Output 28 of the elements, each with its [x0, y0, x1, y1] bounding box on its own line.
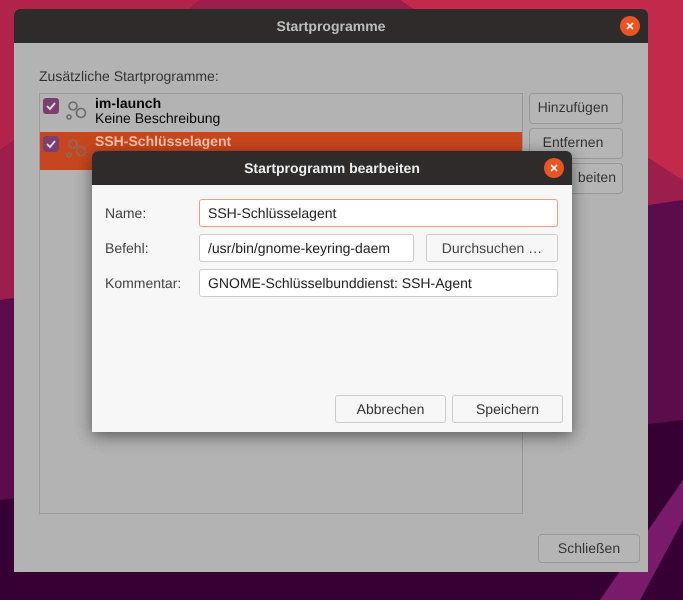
input-field[interactable]: GNOME-Schlüsselbunddienst: SSH-Agent: [199, 269, 558, 297]
dialog-button[interactable]: Abbrechen: [335, 395, 446, 423]
field-label: Name:: [105, 204, 148, 222]
program-description: Keine Beschreibung: [95, 111, 220, 126]
side-button[interactable]: Hinzufügen: [529, 93, 623, 124]
dialog-button[interactable]: Speichern: [452, 395, 563, 423]
check-icon: [45, 100, 57, 112]
gears-icon: [65, 98, 89, 122]
checkbox[interactable]: [43, 98, 59, 114]
check-icon: [45, 138, 57, 150]
close-icon: [626, 22, 634, 30]
window-title: Startprogramme: [276, 16, 386, 36]
field-label: Kommentar:: [105, 274, 182, 292]
field-label: Befehl:: [105, 238, 150, 258]
close-button[interactable]: [620, 16, 640, 36]
gears-icon: [65, 136, 89, 160]
list-label: Zusätzliche Startprogramme:: [39, 67, 220, 86]
program-name: SSH-Schlüsselagent: [95, 134, 232, 149]
input-field[interactable]: SSH-Schlüsselagent: [199, 199, 558, 227]
browse-button[interactable]: Durchsuchen …: [426, 234, 558, 262]
close-icon: [550, 164, 558, 172]
dialog-title: Startprogramm bearbeiten: [244, 158, 420, 178]
checkbox[interactable]: [43, 136, 59, 152]
close-button[interactable]: [544, 158, 564, 178]
program-name: im-launch: [95, 96, 162, 111]
program-row[interactable]: im-launch Keine Beschreibung: [40, 94, 522, 132]
input-field[interactable]: /usr/bin/gnome-keyring-daem: [199, 234, 414, 262]
close-window-button[interactable]: Schließen: [538, 534, 640, 563]
